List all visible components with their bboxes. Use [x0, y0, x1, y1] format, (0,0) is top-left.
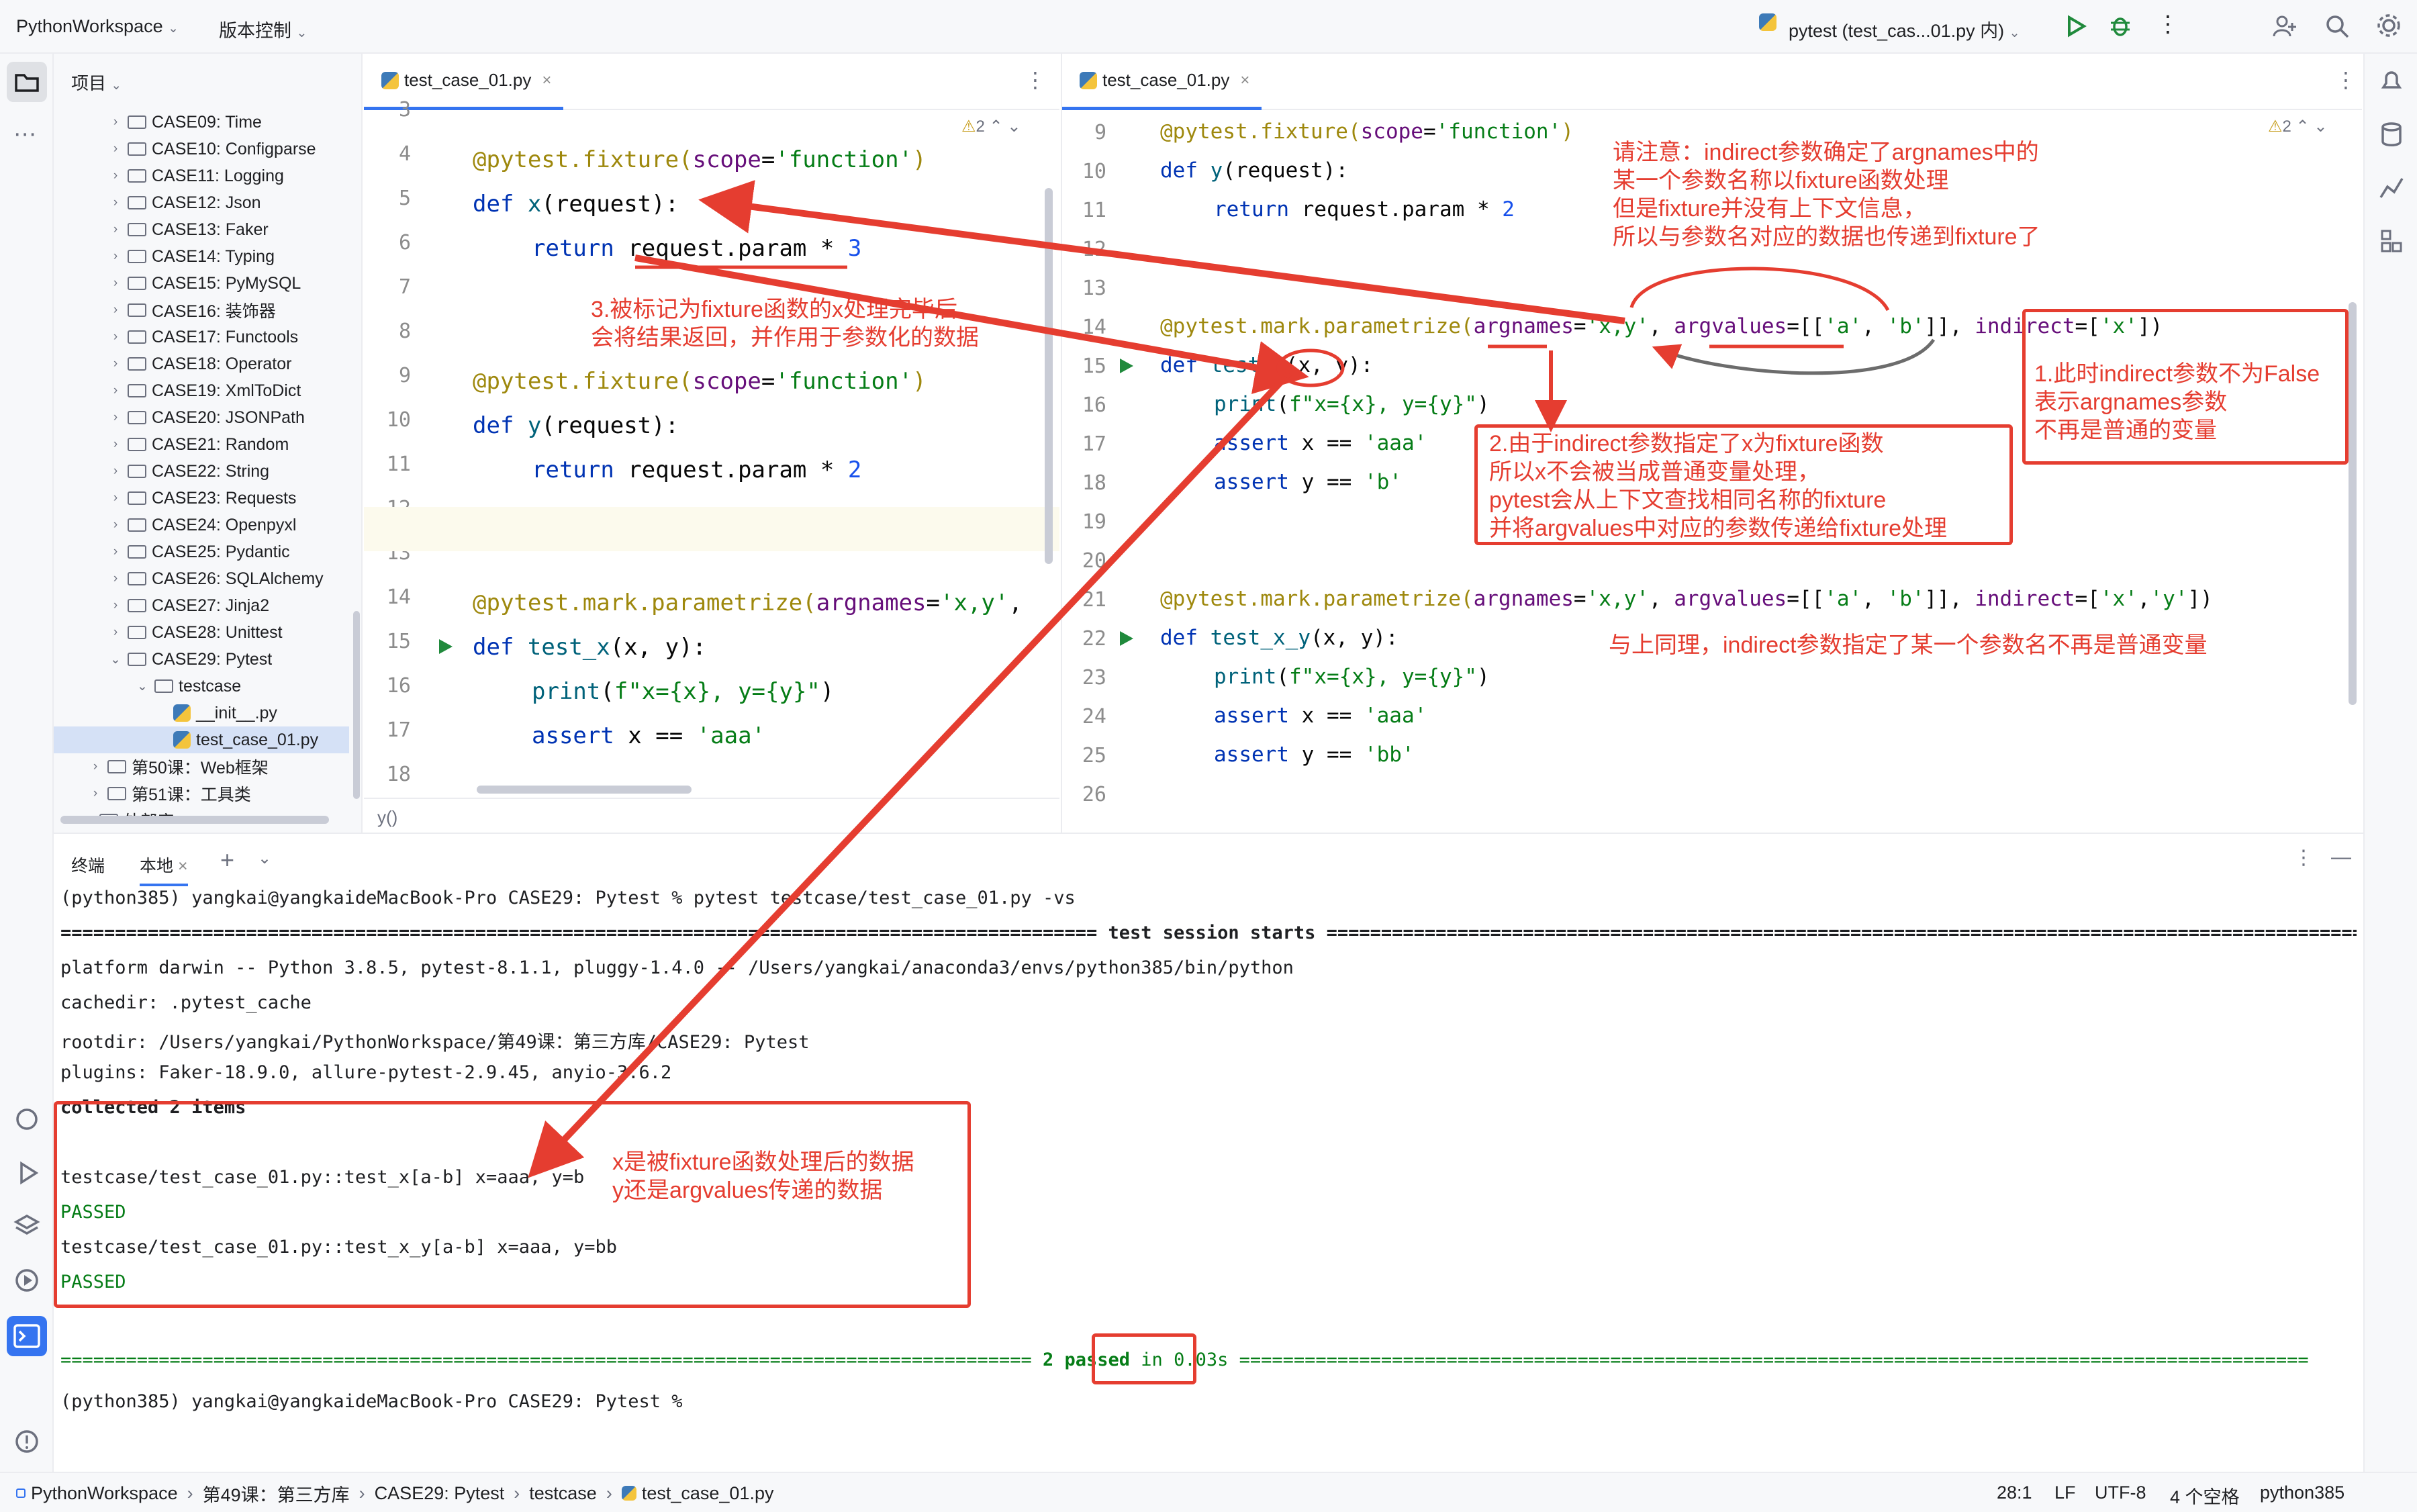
curve-arrow-gray [1652, 338, 1936, 375]
annotation-arrows [528, 180, 1936, 1178]
arrow-to-test-x [634, 254, 1309, 394]
curve-arrow-top [1629, 267, 1890, 312]
arrow-to-result [528, 371, 1292, 1178]
arrow-to-fixture-x [698, 180, 1625, 324]
circle-x-param [1276, 348, 1345, 387]
